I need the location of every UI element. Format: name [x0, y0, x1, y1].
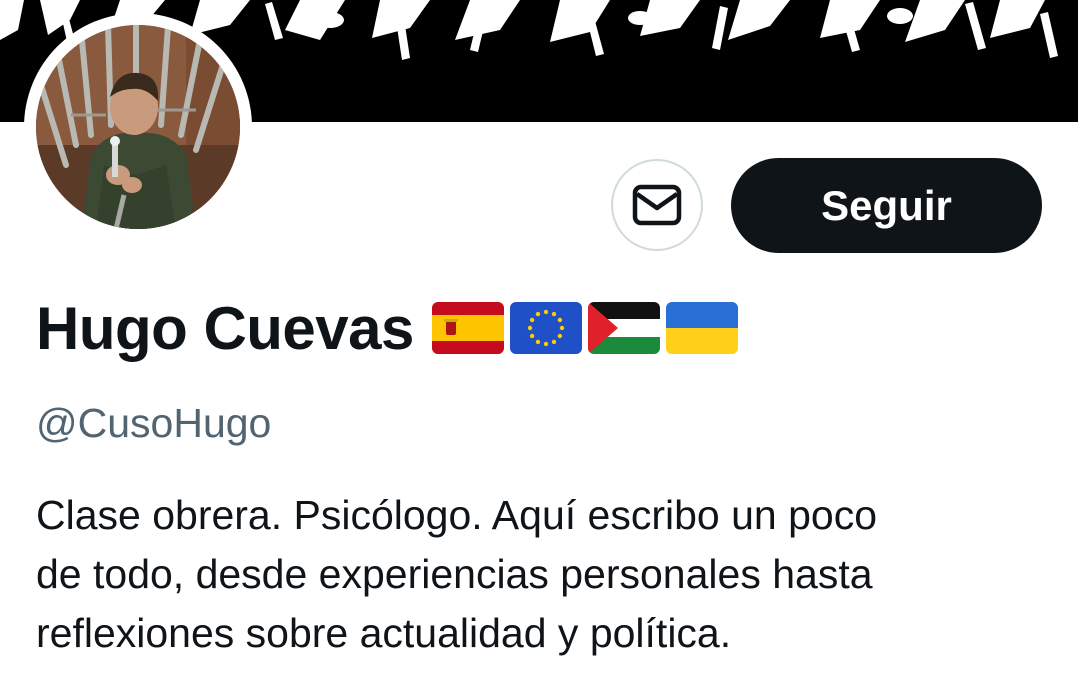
message-button[interactable]	[611, 159, 703, 251]
bio-line: de todo, desde experiencias personales h…	[36, 551, 873, 597]
profile-name-row: Hugo Cuevas	[36, 290, 744, 366]
avatar-photo	[36, 25, 240, 229]
profile-bio: Clase obrera. Psicólogo. Aquí escribo un…	[36, 486, 1036, 663]
ukraine-flag-icon	[665, 302, 738, 354]
username-handle: @CusoHugo	[36, 400, 272, 446]
flag-emojis	[431, 302, 744, 354]
envelope-icon	[632, 184, 682, 226]
eu-flag-icon	[509, 302, 582, 354]
avatar[interactable]	[36, 25, 240, 229]
spain-flag-icon	[431, 302, 504, 354]
bio-line: reflexiones sobre actualidad y política.	[36, 610, 732, 656]
display-name: Hugo Cuevas	[36, 294, 414, 362]
follow-button-label: Seguir	[821, 181, 952, 229]
palestine-flag-icon	[587, 302, 660, 354]
bio-line: Clase obrera. Psicólogo. Aquí escribo un…	[36, 492, 878, 538]
follow-button[interactable]: Seguir	[731, 158, 1042, 253]
